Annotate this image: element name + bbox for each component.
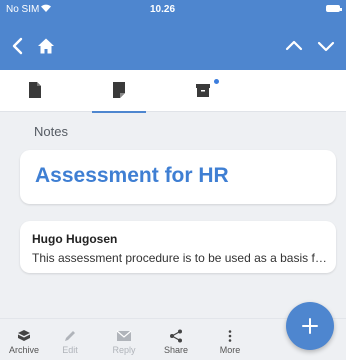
section-label: Notes <box>34 124 68 139</box>
archive-label: Archive <box>8 345 39 355</box>
chevron-down-icon[interactable] <box>314 34 338 58</box>
carrier-label: No SIM <box>6 4 40 15</box>
app-header: No SIM 10.26 <box>0 0 346 70</box>
add-button[interactable] <box>286 302 334 350</box>
wifi-icon <box>41 4 51 12</box>
note-icon <box>113 82 125 98</box>
document-icon <box>29 82 41 98</box>
more-label: More <box>219 345 241 355</box>
share-button[interactable]: Share <box>152 319 200 360</box>
pencil-icon <box>65 331 75 341</box>
note-author: Hugo Hugosen <box>32 232 118 246</box>
edit-label: Edit <box>62 345 78 355</box>
archive-button[interactable]: Archive <box>0 319 48 360</box>
note-title-card[interactable]: Assessment for HR <box>20 150 336 204</box>
envelope-icon <box>116 330 132 341</box>
note-preview-card[interactable]: Hugo Hugosen This assessment procedure i… <box>20 221 336 273</box>
status-bar: No SIM 10.26 <box>0 0 346 22</box>
chevron-up-icon[interactable] <box>282 34 306 58</box>
reply-button[interactable]: Reply <box>100 319 148 360</box>
archive-box-icon <box>196 84 210 97</box>
plus-icon <box>302 318 318 334</box>
status-time: 10.26 <box>150 4 176 15</box>
archive-icon <box>18 330 30 341</box>
share-label: Share <box>163 345 189 355</box>
nav-bar <box>0 28 346 68</box>
note-preview: This assessment procedure is to be used … <box>32 251 328 265</box>
more-button[interactable]: More <box>206 319 254 360</box>
tab-bar <box>0 70 346 113</box>
reply-label: Reply <box>112 345 136 355</box>
chevron-left-icon[interactable] <box>6 34 30 58</box>
home-icon[interactable] <box>34 34 58 58</box>
tab-notes[interactable] <box>84 70 154 113</box>
active-tab-indicator <box>92 111 146 113</box>
tab-archive[interactable] <box>168 70 238 112</box>
tab-document[interactable] <box>0 70 70 112</box>
more-vertical-icon <box>228 330 232 342</box>
share-icon <box>170 329 182 343</box>
battery-icon <box>326 5 342 12</box>
edit-button[interactable]: Edit <box>46 319 94 360</box>
notification-dot <box>214 79 219 84</box>
note-title: Assessment for HR <box>35 164 229 187</box>
